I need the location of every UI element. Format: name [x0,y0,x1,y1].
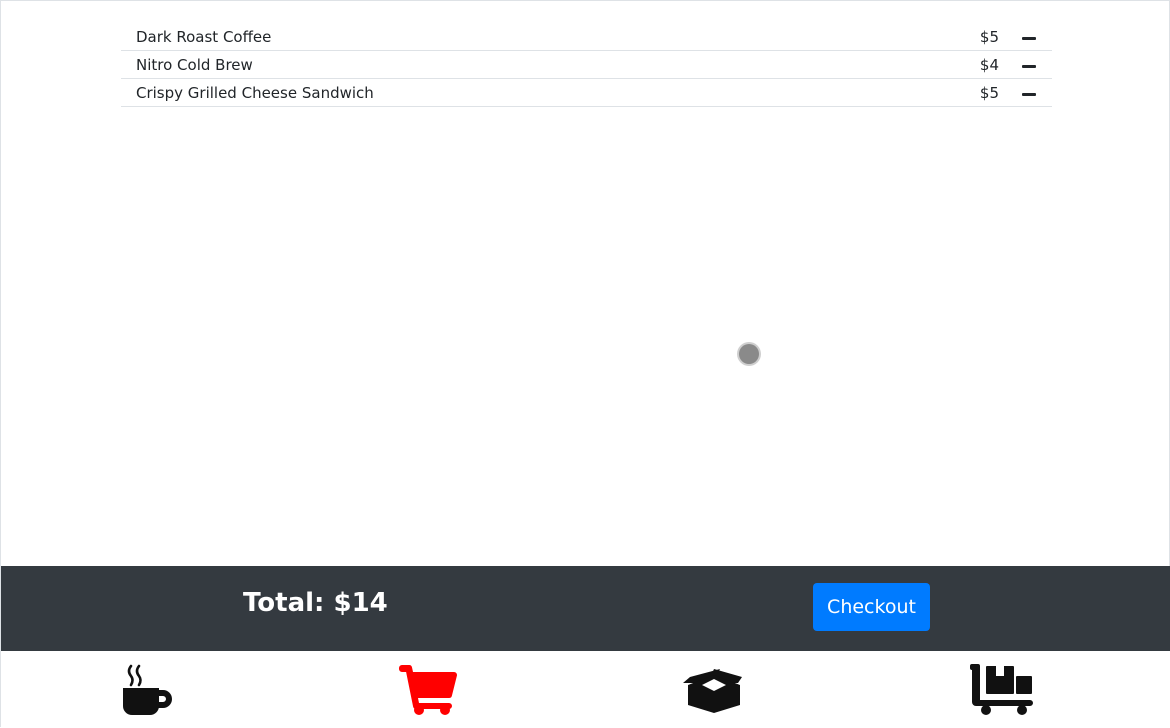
checkout-footer: Total: $14 Checkout [1,566,1170,651]
cart-item-name: Nitro Cold Brew [136,56,253,74]
loading-indicator [739,344,759,364]
cart-list: Dark Roast Coffee $5 Nitro Cold Brew $4 … [121,23,1052,107]
cart-item-row: Dark Roast Coffee $5 [121,23,1052,51]
dolly-boxes-icon [970,663,1033,715]
checkout-button[interactable]: Checkout [813,583,930,631]
cart-item-row: Crispy Grilled Cheese Sandwich $5 [121,79,1052,107]
open-box-icon [683,668,742,713]
nav-item-inventory[interactable] [927,651,1077,728]
nav-item-menu[interactable] [73,651,223,728]
remove-item-button[interactable] [1021,57,1037,73]
cart-item-price: $5 [979,28,999,46]
cart-total: Total: $14 [243,588,388,618]
cart-item-row: Nitro Cold Brew $4 [121,51,1052,79]
coffee-cup-icon [123,664,172,715]
nav-item-cart[interactable] [353,651,503,728]
shopping-cart-icon [399,664,457,715]
cart-item-price: $4 [979,56,999,74]
cart-item-name: Crispy Grilled Cheese Sandwich [136,84,374,102]
cart-item-name: Dark Roast Coffee [136,28,272,46]
cart-item-price: $5 [979,84,999,102]
remove-item-button[interactable] [1021,85,1037,101]
remove-item-button[interactable] [1021,29,1037,45]
nav-item-orders[interactable] [639,651,789,728]
bottom-nav [1,651,1170,728]
